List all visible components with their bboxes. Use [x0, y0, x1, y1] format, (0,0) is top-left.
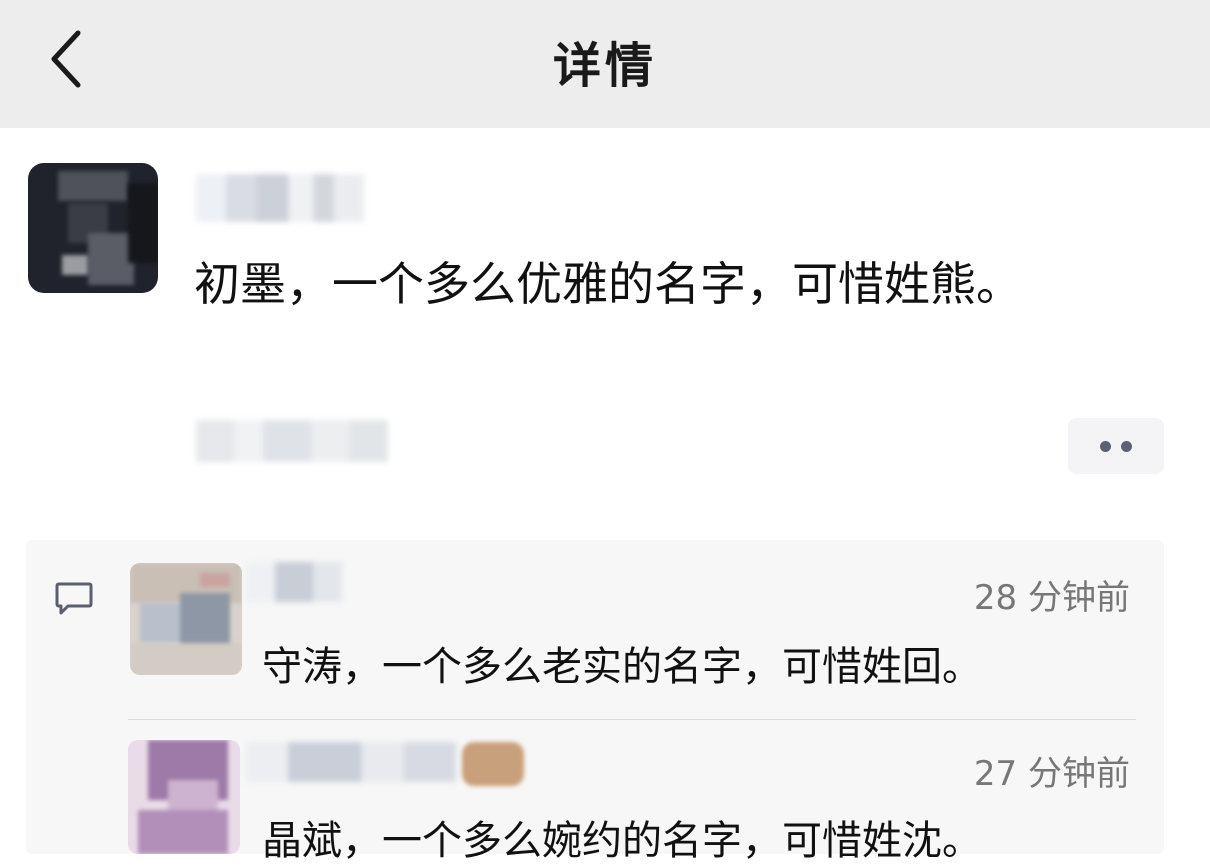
comment-divider	[128, 719, 1136, 720]
more-button[interactable]	[1068, 418, 1164, 474]
author-name[interactable]	[196, 174, 364, 222]
author-avatar[interactable]	[28, 163, 158, 293]
comment-text: 晶斌，一个多么婉约的名字，可惜姓沈。	[262, 818, 982, 864]
more-dots-icon-dot	[1121, 440, 1132, 452]
commenter-name[interactable]	[246, 562, 342, 602]
nav-bar: 详情	[0, 0, 1210, 128]
page-title: 详情	[552, 38, 657, 94]
commenter-avatar[interactable]	[130, 563, 242, 675]
comment-text: 守涛，一个多么老实的名字，可惜姓回。	[262, 644, 982, 690]
comment-time: 27 分钟前	[973, 754, 1130, 794]
comment-time: 28 分钟前	[973, 578, 1130, 618]
commenter-avatar[interactable]	[128, 740, 240, 854]
more-dots-icon	[1100, 440, 1111, 452]
post-meta	[196, 420, 388, 462]
commenter-name[interactable]	[246, 742, 456, 782]
emoji-badge-icon	[462, 742, 524, 786]
comment-bubble-icon	[55, 582, 93, 615]
post-text: 初墨，一个多么优雅的名字，可惜姓熊。	[194, 257, 1022, 311]
